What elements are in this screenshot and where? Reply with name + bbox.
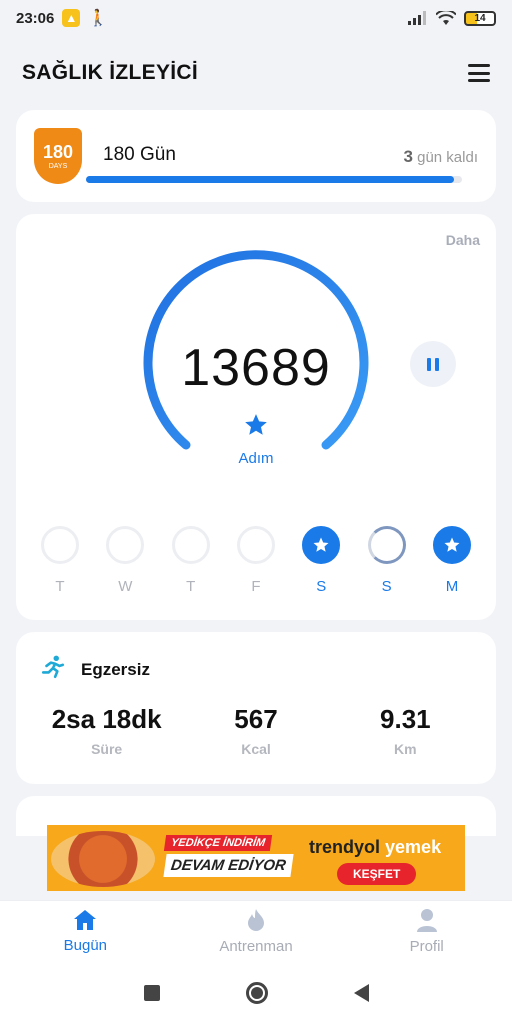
remaining-count: 3 xyxy=(403,147,413,166)
stat-value: 2sa 18dk xyxy=(51,704,162,734)
notification-app-icon: ▲ xyxy=(62,9,81,27)
challenge-progress-bar xyxy=(86,176,462,183)
system-nav-bar xyxy=(0,962,512,1024)
ad-brand-main: trendyol xyxy=(309,837,381,857)
badge-icon: 180 DAYS xyxy=(34,128,82,184)
day-label: W xyxy=(118,578,133,595)
back-button[interactable] xyxy=(353,984,369,1002)
star-icon xyxy=(313,537,329,552)
day-label: M xyxy=(445,578,459,595)
day-label: S xyxy=(316,578,327,595)
steps-card: Daha 13689 Adım TWTFSSM xyxy=(16,214,496,620)
ad-brand-sub: yemek xyxy=(385,837,442,857)
ad-line2: DEVAM EDİYOR xyxy=(163,854,294,877)
bottom-tab-bar: Bugün Antrenman Profil xyxy=(0,900,512,962)
challenge-remaining: 3 gün kaldı xyxy=(403,147,478,167)
day-item[interactable]: S xyxy=(301,526,341,595)
ad-text: YEDİKÇE İNDİRİM DEVAM EDİYOR xyxy=(163,833,309,877)
status-time: 23:06 xyxy=(16,9,55,27)
day-item[interactable]: W xyxy=(105,526,145,595)
pause-button[interactable] xyxy=(410,341,456,387)
day-progress-ring xyxy=(41,526,79,564)
pizza-image xyxy=(51,831,155,887)
stat-label: Süre xyxy=(91,741,123,757)
exercise-title: Egzersiz xyxy=(81,660,150,679)
stat-kcal: 567 Kcal xyxy=(181,704,330,757)
tab-label: Antrenman xyxy=(219,938,293,955)
status-bar: 23:06 ▲ 🚶 14 xyxy=(0,0,512,36)
ad-banner[interactable]: YEDİKÇE İNDİRİM DEVAM EDİYOR trendyol ye… xyxy=(47,825,465,891)
tab-workout[interactable]: Antrenman xyxy=(171,901,342,962)
challenge-progress-fill xyxy=(86,176,455,183)
day-label: T xyxy=(186,578,196,595)
stat-value: 9.31 xyxy=(380,704,431,734)
badge-sub: DAYS xyxy=(48,162,68,170)
wifi-icon xyxy=(436,10,456,25)
day-complete-icon xyxy=(302,526,341,564)
exercise-stats: 2sa 18dk Süre 567 Kcal 9.31 Km xyxy=(32,704,480,757)
day-progress-ring xyxy=(367,526,406,564)
home-button[interactable] xyxy=(245,982,268,1004)
day-item[interactable]: S xyxy=(367,526,407,595)
day-item[interactable]: M xyxy=(432,526,472,595)
day-progress-ring xyxy=(236,526,275,564)
day-progress-ring xyxy=(171,526,210,564)
ad-line1: YEDİKÇE İNDİRİM xyxy=(163,835,273,851)
tab-profile[interactable]: Profil xyxy=(341,901,512,962)
hamburger-menu-icon[interactable] xyxy=(468,64,490,82)
day-label: S xyxy=(381,578,392,595)
day-item[interactable]: F xyxy=(236,526,276,595)
app-title: SAĞLIK İZLEYİCİ xyxy=(22,61,199,84)
stat-value: 567 xyxy=(234,704,278,734)
remaining-text: gün kaldı xyxy=(417,149,478,166)
challenge-card[interactable]: 180 DAYS 180 Gün 3 gün kaldı xyxy=(16,110,496,202)
battery-icon: 14 xyxy=(464,10,496,26)
exercise-card[interactable]: Egzersiz 2sa 18dk Süre 567 Kcal 9.31 Km xyxy=(16,632,496,784)
days-row: TWTFSSM xyxy=(40,526,472,595)
stat-label: Kcal xyxy=(241,741,271,757)
battery-level: 14 xyxy=(474,12,486,24)
flame-icon xyxy=(248,909,264,931)
tab-label: Bugün xyxy=(63,937,108,954)
day-item[interactable]: T xyxy=(40,526,80,595)
day-item[interactable]: T xyxy=(171,526,211,595)
tab-label: Profil xyxy=(409,938,444,955)
stat-duration: 2sa 18dk Süre xyxy=(32,704,181,757)
ad-cta-button[interactable]: KEŞFET xyxy=(337,863,417,885)
stat-label: Km xyxy=(394,741,417,757)
star-icon xyxy=(444,537,460,552)
stat-km: 9.31 Km xyxy=(331,704,480,757)
app-header: SAĞLIK İZLEYİCİ xyxy=(0,46,512,100)
day-complete-icon xyxy=(432,526,471,564)
home-icon xyxy=(74,910,97,930)
tab-today[interactable]: Bugün xyxy=(0,901,171,962)
ad-brand: trendyol yemek xyxy=(309,837,441,858)
badge-number: 180 xyxy=(42,141,74,162)
pause-icon xyxy=(427,357,431,371)
recents-button[interactable] xyxy=(143,985,160,1001)
walking-icon: 🚶 xyxy=(88,10,109,27)
more-link[interactable]: Daha xyxy=(446,232,480,248)
running-icon xyxy=(41,655,65,679)
star-icon xyxy=(245,414,267,435)
step-label: Adım xyxy=(238,450,274,467)
challenge-title: 180 Gün xyxy=(103,144,176,165)
signal-icon xyxy=(408,11,426,25)
day-label: T xyxy=(55,578,65,595)
day-progress-ring xyxy=(106,526,145,564)
person-icon xyxy=(416,909,437,932)
day-label: F xyxy=(251,578,261,595)
